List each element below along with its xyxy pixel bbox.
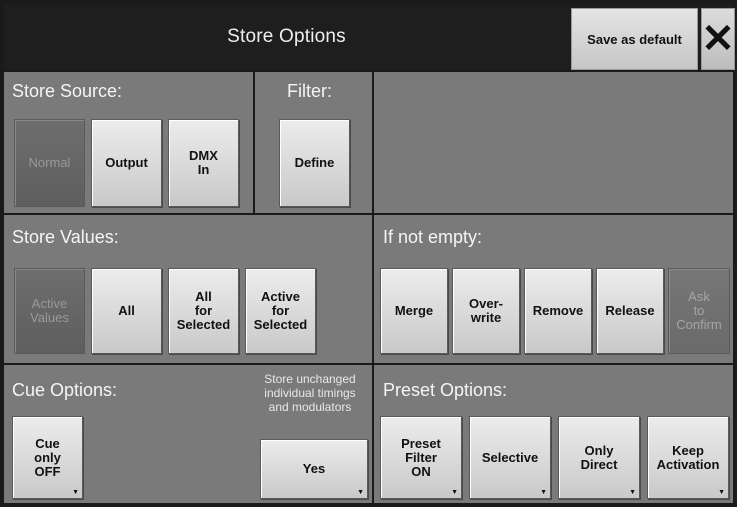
only-direct-dropdown[interactable]: Only Direct ▼ <box>558 416 640 499</box>
cue-only-label: Cue only OFF <box>34 435 61 479</box>
store-values-active-for-selected-button[interactable]: Active for Selected <box>245 268 316 354</box>
only-direct-label: Only Direct <box>580 442 618 472</box>
if-not-empty-title: If not empty: <box>383 227 483 247</box>
dropdown-caret-icon: ▼ <box>540 489 547 496</box>
if-not-empty-merge-button[interactable]: Merge <box>380 268 448 354</box>
store-unchanged-note: Store unchanged individual timings and m… <box>264 372 356 414</box>
dropdown-caret-icon: ▼ <box>451 489 458 496</box>
preset-options-title: Preset Options: <box>383 380 508 400</box>
store-values-all-button[interactable]: All <box>91 268 162 354</box>
page-title: Store Options <box>227 26 346 47</box>
store-source-title: Store Source: <box>12 81 123 101</box>
if-not-empty-remove-button[interactable]: Remove <box>524 268 592 354</box>
filter-panel: Filter: Define <box>255 72 372 213</box>
dropdown-caret-icon: ▼ <box>629 489 636 496</box>
title-bar: Store Options Save as default ✕ <box>4 4 735 70</box>
preset-filter-label: Preset Filter ON <box>401 435 441 479</box>
if-not-empty-release-button[interactable]: Release <box>596 268 664 354</box>
store-source-normal-button[interactable]: Normal <box>14 119 85 207</box>
filter-title: Filter: <box>287 81 332 101</box>
store-values-panel: Store Values: Active Values All All for … <box>4 215 372 363</box>
store-source-panel: Store Source: Normal Output DMX In <box>4 72 253 213</box>
store-source-dmx-in-button[interactable]: DMX In <box>168 119 239 207</box>
store-values-active-values-button[interactable]: Active Values <box>14 268 85 354</box>
if-not-empty-overwrite-button[interactable]: Over- write <box>452 268 520 354</box>
preset-filter-dropdown[interactable]: Preset Filter ON ▼ <box>380 416 462 499</box>
store-values-title: Store Values: <box>12 227 119 247</box>
selective-label: Selective <box>481 449 539 465</box>
empty-panel <box>374 72 733 213</box>
keep-activation-dropdown[interactable]: Keep Activation ▼ <box>647 416 729 499</box>
dropdown-caret-icon: ▼ <box>718 489 725 496</box>
selective-dropdown[interactable]: Selective ▼ <box>469 416 551 499</box>
preset-options-panel: Preset Options: Preset Filter ON ▼ Selec… <box>374 365 733 503</box>
store-source-output-button[interactable]: Output <box>91 119 162 207</box>
keep-activation-label: Keep Activation <box>656 442 720 472</box>
if-not-empty-panel: If not empty: Merge Over- write Remove R… <box>374 215 733 363</box>
if-not-empty-ask-to-confirm-button[interactable]: Ask to Confirm <box>668 268 730 354</box>
cue-options-title: Cue Options: <box>12 380 118 400</box>
close-icon: ✕ <box>701 17 735 61</box>
store-unchanged-yes-dropdown[interactable]: Yes ▼ <box>260 439 368 499</box>
cue-options-panel: Cue Options: Cue only OFF ▼ Store unchan… <box>4 365 372 503</box>
dropdown-caret-icon: ▼ <box>357 489 364 496</box>
dropdown-caret-icon: ▼ <box>72 489 79 496</box>
cue-only-dropdown[interactable]: Cue only OFF ▼ <box>12 416 83 499</box>
store-unchanged-yes-label: Yes <box>302 461 326 476</box>
save-as-default-button[interactable]: Save as default <box>571 8 698 70</box>
filter-define-button[interactable]: Define <box>279 119 350 207</box>
store-values-all-for-selected-button[interactable]: All for Selected <box>168 268 239 354</box>
close-button[interactable]: ✕ <box>701 8 735 70</box>
